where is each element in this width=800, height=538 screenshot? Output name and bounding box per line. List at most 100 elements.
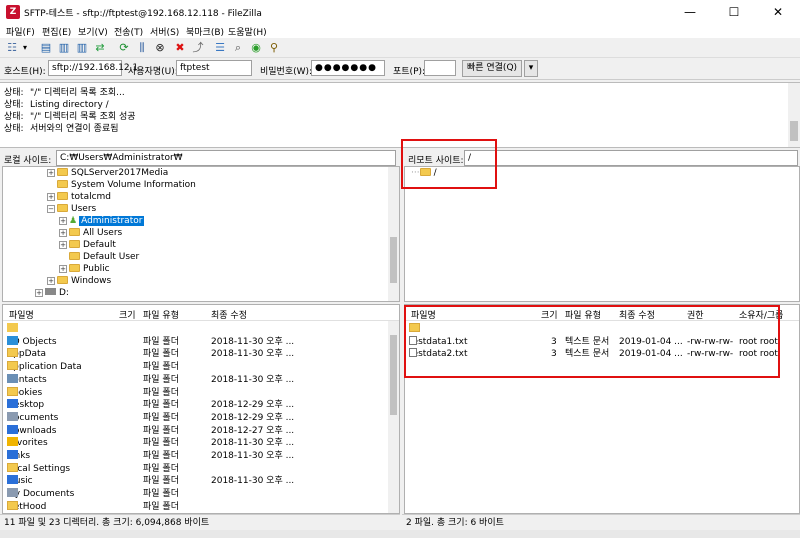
- col-size[interactable]: 크기: [119, 308, 136, 321]
- file-name-cell: AppData: [7, 348, 47, 360]
- process-queue-icon[interactable]: ⫼: [134, 40, 150, 56]
- bottom-edge: [0, 530, 800, 538]
- close-button[interactable]: ✕: [756, 0, 800, 24]
- toolbar: ☷ ▾ ▤ ▥ ▥ ⇄ ⟳ ⫼ ⊗ ✖ ⤴ ☰ ⌕ ◉ ⚲: [0, 38, 800, 58]
- port-label: 포트(P):: [393, 67, 426, 77]
- table-cell: 파일 폴더: [143, 400, 179, 411]
- table-row[interactable]: Local Settings 파일 폴더: [3, 462, 399, 475]
- folder-icon: [7, 424, 18, 434]
- log-scrollbar[interactable]: [788, 83, 800, 147]
- toggle-local-tree-icon[interactable]: ▥: [56, 40, 72, 56]
- table-row[interactable]: Favorites 파일 폴더 2018-11-30 오후 ...: [3, 437, 399, 449]
- toggle-queue-icon[interactable]: ⇄: [92, 40, 108, 56]
- window-title: SFTP-테스트 - sftp://ftptest@192.168.12.118…: [24, 9, 262, 19]
- folder-icon: [7, 373, 18, 383]
- tree-item-selected[interactable]: + ♟ Administrator: [59, 215, 145, 227]
- col-filename[interactable]: 파일명: [9, 308, 34, 321]
- table-cell: 2018-11-30 오후 ...: [211, 374, 295, 385]
- table-cell: 파일 폴더: [143, 476, 179, 487]
- local-tree-scrollbar[interactable]: [388, 167, 399, 301]
- quickconnect-dropdown-button[interactable]: ▾: [524, 60, 538, 77]
- host-label: 호스트(H):: [4, 67, 46, 77]
- local-file-list: 파일명 크기 파일 유형 최종 수정 ..3D Objects 파일 폴더 2018…: [2, 304, 400, 514]
- menu-help[interactable]: 도움말(H): [228, 25, 267, 38]
- table-cell: 파일 폴더: [143, 374, 179, 385]
- table-row[interactable]: 3D Objects 파일 폴더 2018-11-30 오후 ...: [3, 335, 399, 348]
- disconnect-icon[interactable]: ✖: [172, 40, 188, 56]
- tree-item[interactable]: + D:: [35, 287, 69, 299]
- file-name-cell: NetHood: [7, 500, 47, 512]
- table-row[interactable]: Application Data 파일 폴더: [3, 361, 399, 373]
- folder-icon: [57, 168, 68, 176]
- table-row[interactable]: Downloads 파일 폴더 2018-12-27 오후 ...: [3, 424, 399, 437]
- table-cell: 파일 폴더: [143, 425, 179, 436]
- tree-item[interactable]: + Public: [59, 263, 110, 275]
- col-type[interactable]: 파일 유형: [143, 308, 179, 321]
- host-input[interactable]: sftp://192.168.12.1: [48, 60, 138, 76]
- menu-view[interactable]: 보기(V): [78, 25, 108, 38]
- table-row[interactable]: Desktop 파일 폴더 2018-12-29 오후 ...: [3, 399, 399, 411]
- user-input[interactable]: ftptest: [176, 60, 252, 76]
- table-row[interactable]: Contacts 파일 폴더 2018-11-30 오후 ...: [3, 373, 399, 386]
- menu-edit[interactable]: 편집(E): [42, 25, 71, 38]
- local-path-input[interactable]: C:₩Users₩Administrator₩: [56, 150, 396, 166]
- table-row[interactable]: My Documents 파일 폴더: [3, 488, 399, 500]
- local-list-scrollbar[interactable]: [388, 321, 399, 513]
- table-cell: 2018-11-30 오후 ...: [211, 336, 295, 347]
- remote-path-input[interactable]: /: [464, 150, 798, 166]
- compare-icon[interactable]: ⌕: [230, 40, 246, 56]
- tree-item[interactable]: + Windows: [47, 275, 111, 287]
- table-row[interactable]: Music 파일 폴더 2018-11-30 오후 ...: [3, 475, 399, 487]
- table-row[interactable]: AppData 파일 폴더 2018-11-30 오후 ...: [3, 348, 399, 360]
- file-name-cell: Documents: [7, 411, 59, 423]
- password-input[interactable]: ●●●●●●●: [311, 60, 385, 76]
- table-cell: 파일 폴더: [143, 438, 179, 449]
- menu-file[interactable]: 파일(F): [6, 25, 35, 38]
- table-cell: 2018-12-29 오후 ...: [211, 412, 295, 423]
- table-row[interactable]: Links 파일 폴더 2018-11-30 오후 ...: [3, 450, 399, 462]
- folder-icon: [69, 228, 80, 236]
- toggle-log-icon[interactable]: ▤: [38, 40, 54, 56]
- tree-item[interactable]: + All Users: [59, 227, 122, 239]
- table-cell: 2018-12-29 오후 ...: [211, 400, 295, 411]
- minimize-button[interactable]: —: [668, 0, 712, 24]
- cancel-icon[interactable]: ⊗: [152, 40, 168, 56]
- menu-server[interactable]: 서버(S): [150, 25, 179, 38]
- table-row[interactable]: Documents 파일 폴더 2018-12-29 오후 ...: [3, 411, 399, 424]
- reconnect-icon[interactable]: ⤴: [190, 40, 206, 56]
- menu-bar: 파일(F) 편집(E) 보기(V) 전송(T) 서버(S) 북마크(B) 도움말…: [0, 24, 800, 38]
- table-row[interactable]: NetHood 파일 폴더: [3, 500, 399, 513]
- tree-item[interactable]: + Default: [59, 239, 116, 251]
- search-icon[interactable]: ⚲: [266, 40, 282, 56]
- toggle-remote-tree-icon[interactable]: ▥: [74, 40, 90, 56]
- table-row[interactable]: ..: [3, 323, 399, 335]
- site-manager-icon[interactable]: ☷: [4, 40, 20, 56]
- dropdown-icon[interactable]: ▾: [20, 40, 30, 56]
- table-cell: 파일 폴더: [143, 501, 179, 512]
- port-input[interactable]: [424, 60, 456, 76]
- col-modified[interactable]: 최종 수정: [211, 308, 247, 321]
- tree-item[interactable]: System Volume Information: [57, 179, 196, 191]
- filter-icon[interactable]: ☰: [212, 40, 228, 56]
- local-site-label: 로컬 사이트:: [4, 156, 52, 166]
- folder-icon: [69, 240, 80, 248]
- table-cell: 2018-11-30 오후 ...: [211, 349, 295, 360]
- quickconnect-bar: 호스트(H): sftp://192.168.12.1 사용자명(U): ftp…: [0, 58, 800, 80]
- menu-transfer[interactable]: 전송(T): [114, 25, 143, 38]
- sync-browse-icon[interactable]: ◉: [248, 40, 264, 56]
- folder-icon: [7, 361, 18, 371]
- tree-item[interactable]: + SQLServer2017Media: [47, 167, 168, 179]
- menu-bookmarks[interactable]: 북마크(B): [186, 25, 224, 38]
- password-label: 비밀번호(W):: [260, 67, 313, 77]
- refresh-icon[interactable]: ⟳: [116, 40, 132, 56]
- table-cell: 2018-12-27 오후 ...: [211, 425, 295, 436]
- file-name-cell: Music: [7, 475, 33, 487]
- file-name-cell: Contacts: [7, 373, 47, 385]
- quickconnect-button[interactable]: 빠른 연결(Q): [462, 60, 522, 77]
- tree-item[interactable]: Default User: [69, 251, 139, 263]
- file-name-cell: Downloads: [7, 424, 57, 436]
- table-row[interactable]: Cookies 파일 폴더: [3, 386, 399, 399]
- tree-item[interactable]: + totalcmd: [47, 191, 111, 203]
- maximize-button[interactable]: ☐: [712, 0, 756, 24]
- tree-item[interactable]: − Users: [47, 203, 96, 215]
